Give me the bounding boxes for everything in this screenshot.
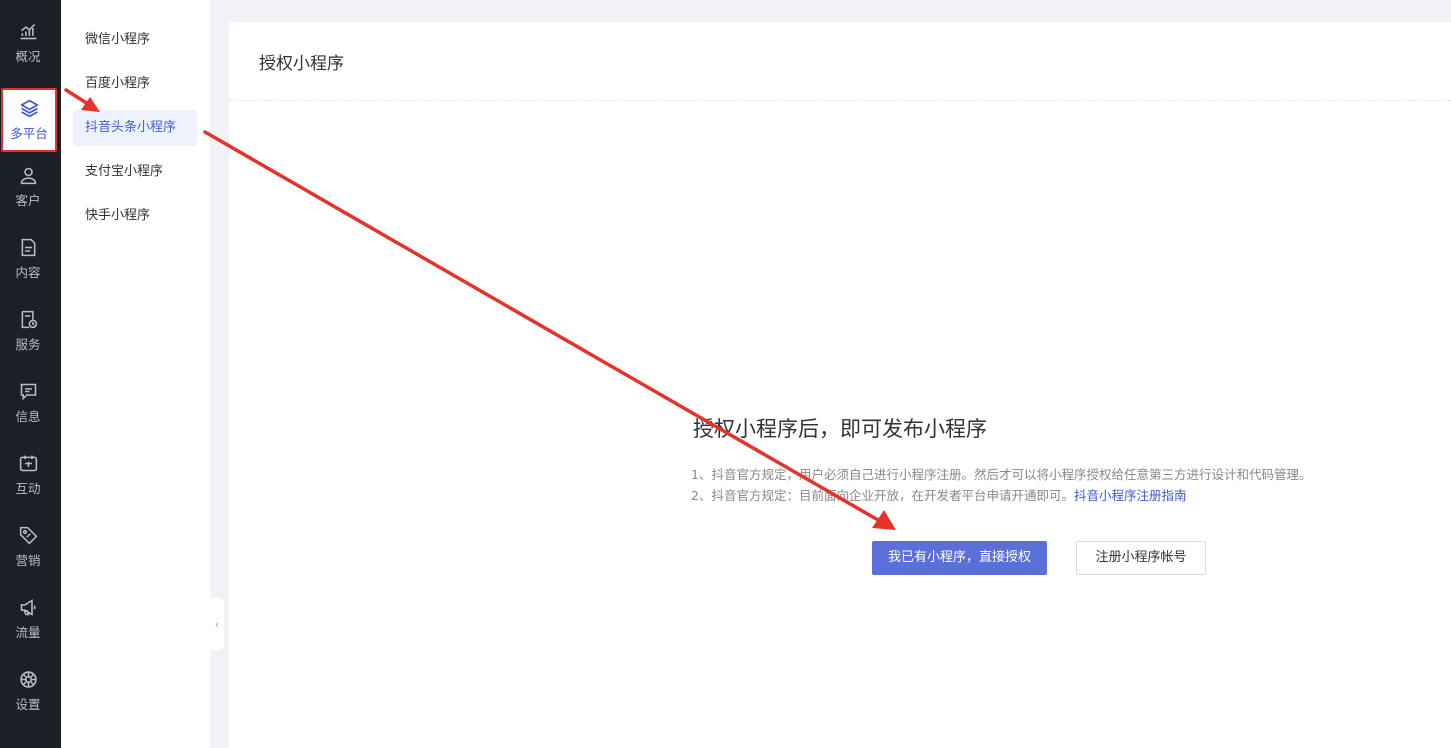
megaphone-icon [20,599,35,616]
rail-item-traffic[interactable]: 流量 [0,586,56,652]
rail-item-overview[interactable]: 概况 [0,10,56,76]
rail-item-label: 流量 [15,625,41,640]
rail-item-label: 多平台 [10,126,48,141]
collapse-submenu-button[interactable]: ‹ [210,598,224,650]
rail-item-label: 客户 [15,193,41,208]
rail-item-label: 服务 [15,337,41,352]
rail-item-settings[interactable]: 设置 [0,658,56,724]
rail-item-content[interactable]: 内容 [0,226,56,292]
rail-item-multiplatform[interactable]: 多平台 [1,88,57,152]
authorize-heading: 授权小程序后，即可发布小程序 [693,417,987,441]
page-title: 授权小程序 [229,22,1451,101]
primary-nav-rail: 概况 多平台 客户 内容 服务 信息 互动 营销 流量 设置 [0,0,61,748]
authorize-notes: 1、抖音官方规定，用户必须自己进行小程序注册。然后才可以将小程序授权给任意第三方… [691,464,1311,506]
rail-item-service[interactable]: 服务 [0,298,56,364]
submenu-item-kuaishou[interactable]: 快手小程序 [73,198,197,234]
register-account-button[interactable]: 注册小程序帐号 [1076,541,1206,575]
rail-item-label: 内容 [15,265,41,280]
rail-item-label: 信息 [15,409,41,424]
settings-icon [19,671,37,688]
rail-item-label: 设置 [15,697,41,712]
service-icon [21,310,37,329]
register-guide-link[interactable]: 抖音小程序注册指南 [1074,488,1187,503]
rail-item-interaction[interactable]: 互动 [0,442,56,508]
rail-item-marketing[interactable]: 营销 [0,514,56,580]
rail-item-label: 概况 [15,49,41,64]
main-panel: 授权小程序 授权小程序后，即可发布小程序 1、抖音官方规定，用户必须自己进行小程… [229,22,1451,748]
note-line-2: 2、抖音官方规定：目前面向企业开放，在开发者平台申请开通即可。抖音小程序注册指南 [691,485,1311,506]
tag-icon [19,526,37,545]
layers-icon [20,99,38,118]
rail-item-customer[interactable]: 客户 [0,154,56,220]
document-icon [21,238,35,257]
submenu-item-douyin[interactable]: 抖音头条小程序 [73,110,197,146]
interaction-icon [19,455,37,472]
submenu-item-alipay[interactable]: 支付宝小程序 [73,154,197,190]
note-line-2-text: 2、抖音官方规定：目前面向企业开放，在开发者平台申请开通即可。 [691,488,1074,503]
rail-item-label: 互动 [15,481,41,496]
user-icon [20,167,36,185]
submenu-item-wechat[interactable]: 微信小程序 [73,22,197,58]
rail-item-label: 营销 [15,553,41,568]
platform-submenu: 微信小程序 百度小程序 抖音头条小程序 支付宝小程序 快手小程序 [61,0,210,748]
authorize-existing-button[interactable]: 我已有小程序，直接授权 [872,541,1047,575]
rail-item-message[interactable]: 信息 [0,370,56,436]
note-line-1: 1、抖音官方规定，用户必须自己进行小程序注册。然后才可以将小程序授权给任意第三方… [691,467,1312,482]
message-icon [20,383,36,401]
chevron-left-icon: ‹ [214,617,220,631]
submenu-item-baidu[interactable]: 百度小程序 [73,66,197,102]
chart-line-icon [20,23,36,40]
